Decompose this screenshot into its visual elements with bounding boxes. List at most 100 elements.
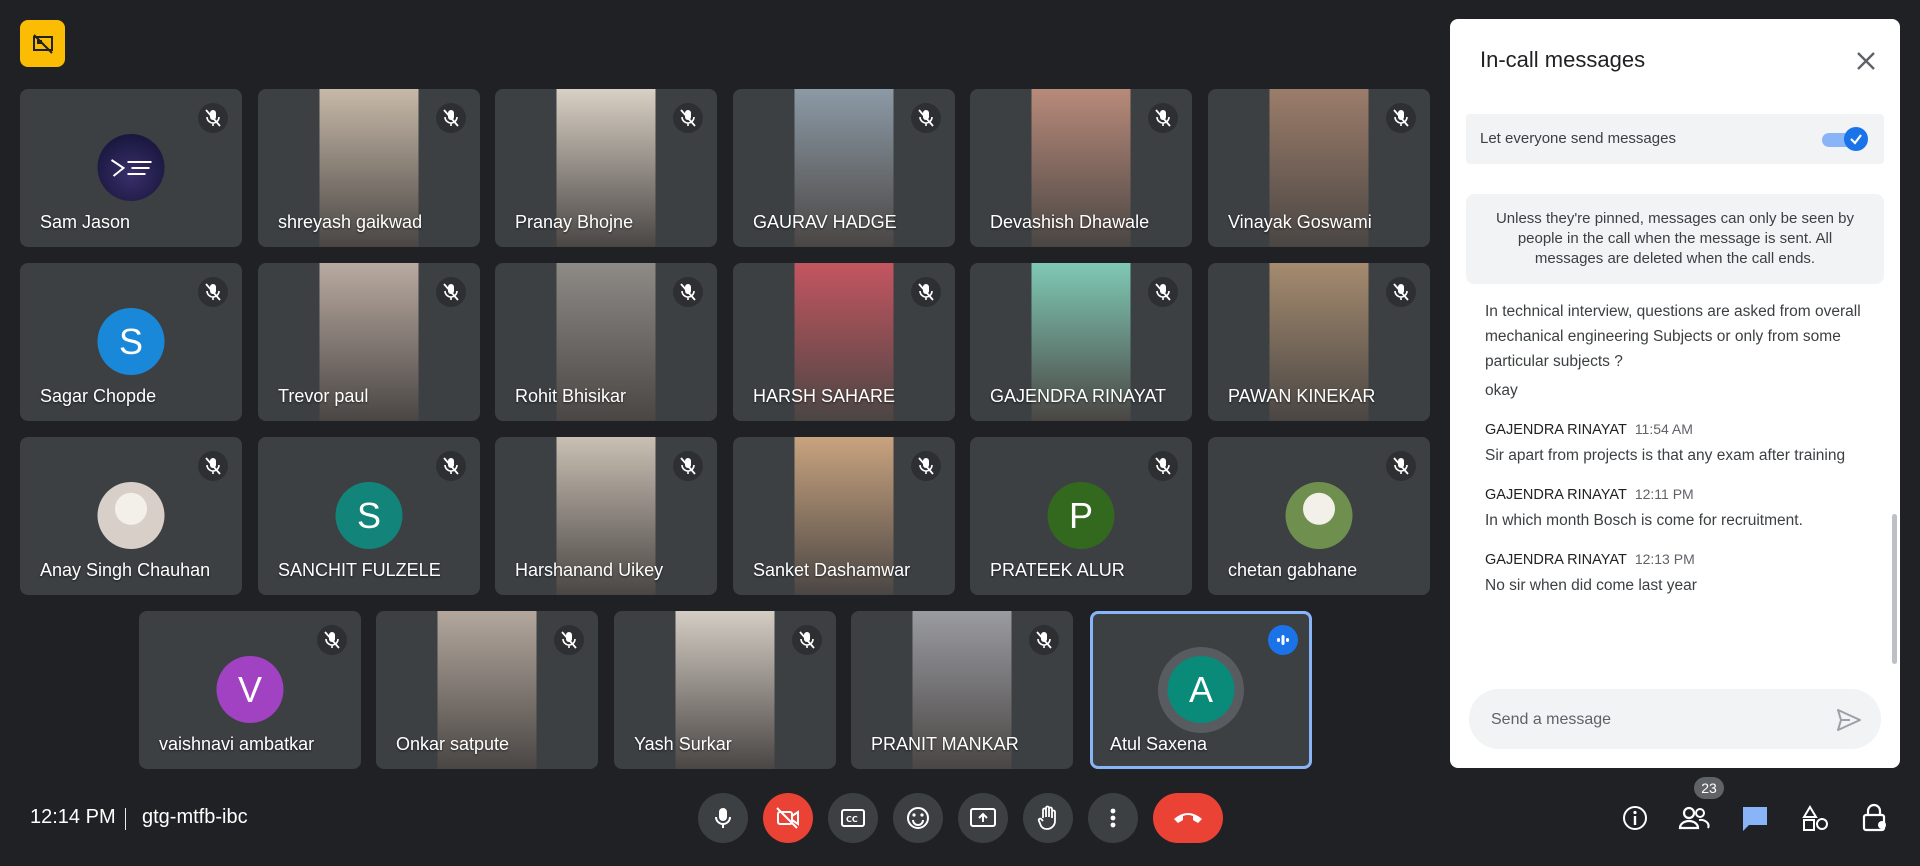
participant-tile[interactable]: Vinayak Goswami xyxy=(1208,89,1430,247)
leave-call-button[interactable] xyxy=(1153,793,1223,843)
participant-tile[interactable]: Vvaishnavi ambatkar xyxy=(139,611,361,769)
compose-box xyxy=(1469,689,1881,751)
participant-tile[interactable]: Sanket Dashamwar xyxy=(733,437,955,595)
participant-tile[interactable]: P PRATEEK ALUR xyxy=(970,437,1192,595)
meeting-details-button[interactable] xyxy=(1617,800,1653,836)
camera-button[interactable] xyxy=(763,793,813,843)
participant-tile[interactable]: Devashish Dhawale xyxy=(970,89,1192,247)
host-controls-button[interactable] xyxy=(1857,800,1893,836)
microphone-button[interactable] xyxy=(698,793,748,843)
raise-hand-button[interactable] xyxy=(1023,793,1073,843)
message-item: GAJENDRA RINAYAT 12:13 PM No sir when did … xyxy=(1485,547,1865,598)
mic-off-icon xyxy=(1386,451,1416,481)
participant-tile[interactable]: Yash Surkar xyxy=(614,611,836,769)
people-button[interactable] xyxy=(1676,800,1712,836)
mic-off-icon xyxy=(1386,277,1416,307)
people-icon xyxy=(1678,806,1710,830)
participant-name: Pranay Bhojne xyxy=(515,212,634,232)
message-item: GAJENDRA RINAYAT 11:54 AM Sir apart from p… xyxy=(1485,417,1865,468)
message-time: 12:13 PM xyxy=(1634,551,1695,567)
participant-tile[interactable]: A Atul Saxena xyxy=(1090,611,1312,769)
speaking-indicator-icon xyxy=(1268,625,1298,655)
mic-icon xyxy=(715,808,731,828)
participant-name: chetan gabhane xyxy=(1228,560,1358,580)
divider xyxy=(125,808,126,830)
participant-name: Trevor paul xyxy=(278,386,369,406)
participant-tile[interactable]: PAWAN KINEKAR xyxy=(1208,263,1430,421)
message-time: 12:11 PM xyxy=(1634,486,1694,502)
participant-tile[interactable]: GAJENDRA RINAYAT xyxy=(970,263,1192,421)
hand-icon xyxy=(1037,805,1056,830)
participant-tile[interactable]: Rohit Bhisikar xyxy=(495,263,717,421)
participant-avatar xyxy=(1285,482,1353,549)
participant-tile[interactable]: Pranay Bhojne xyxy=(495,89,717,247)
participant-tile[interactable]: S Sagar Chopde xyxy=(20,263,242,421)
participant-avatar: P xyxy=(1047,482,1115,549)
participant-tile[interactable]: shreyash gaikwad xyxy=(258,89,480,247)
mic-off-icon xyxy=(1148,451,1178,481)
message-list: In technical interview, questions are as… xyxy=(1485,299,1865,598)
mic-off-icon xyxy=(1029,625,1059,655)
participant-tile[interactable]: Anay Singh Chauhan xyxy=(20,437,242,595)
participant-tile[interactable]: Trevor paul xyxy=(258,263,480,421)
message-item: okay xyxy=(1485,378,1865,403)
mic-off-icon xyxy=(673,103,703,133)
activities-shapes-icon xyxy=(1802,805,1828,831)
message-text: In which month Bosch is come for recruit… xyxy=(1485,512,1803,529)
reactions-button[interactable] xyxy=(893,793,943,843)
message-item: In technical interview, questions are as… xyxy=(1485,299,1865,374)
participant-name: GAJENDRA RINAYAT xyxy=(990,386,1167,406)
message-text: No sir when did come last year xyxy=(1485,577,1697,594)
present-button[interactable] xyxy=(958,793,1008,843)
message-header: GAJENDRA RINAYAT 12:13 PM xyxy=(1485,547,1865,573)
participant-avatar xyxy=(97,134,165,201)
message-input[interactable] xyxy=(1489,689,1823,751)
mic-off-icon xyxy=(673,451,703,481)
mic-off-icon xyxy=(1148,277,1178,307)
participant-avatar: V xyxy=(216,656,284,723)
send-button[interactable] xyxy=(1835,706,1863,734)
participant-tile[interactable]: HARSH SAHARE xyxy=(733,263,955,421)
mic-off-icon xyxy=(673,277,703,307)
participant-tile[interactable]: chetan gabhane xyxy=(1208,437,1430,595)
in-call-messages-panel: In-call messages Let everyone send messa… xyxy=(1450,19,1900,768)
participant-avatar: S xyxy=(97,308,165,375)
camera-off-icon xyxy=(776,807,799,829)
participant-tile[interactable]: S SANCHIT FULZELE xyxy=(258,437,480,595)
panel-title: In-call messages xyxy=(1480,47,1646,72)
participant-name: Sagar Chopde xyxy=(40,386,157,406)
captions-icon: CC xyxy=(841,809,865,827)
participant-tile[interactable]: Harshanand Uikey xyxy=(495,437,717,595)
mic-off-icon xyxy=(1148,103,1178,133)
participant-name: Yash Surkar xyxy=(634,734,732,754)
participant-name: Devashish Dhawale xyxy=(990,212,1150,232)
participant-name: SANCHIT FULZELE xyxy=(278,560,441,580)
let-everyone-send-row: Let everyone send messages xyxy=(1466,114,1884,164)
participant-avatar: A xyxy=(1167,656,1235,723)
message-sender: GAJENDRA RINAYAT xyxy=(1485,552,1627,568)
captions-button[interactable]: CC xyxy=(828,793,878,843)
current-time: 12:14 PM xyxy=(30,806,116,828)
participant-name: Atul Saxena xyxy=(1110,734,1208,754)
participant-tile[interactable]: Sam Jason xyxy=(20,89,242,247)
toggle-label: Let everyone send messages xyxy=(1480,130,1676,147)
mic-off-icon xyxy=(911,277,941,307)
participant-tile[interactable]: Onkar satpute xyxy=(376,611,598,769)
present-screen-icon xyxy=(970,808,996,827)
participant-name: Harshanand Uikey xyxy=(515,560,664,580)
participant-tile[interactable]: PRANIT MANKAR xyxy=(851,611,1073,769)
more-options-button[interactable] xyxy=(1088,793,1138,843)
close-panel-button[interactable] xyxy=(1850,45,1882,77)
messages-scrollbar[interactable] xyxy=(1892,514,1897,664)
activities-button[interactable] xyxy=(1797,800,1833,836)
message-text: In technical interview, questions are as… xyxy=(1485,303,1861,370)
mic-off-icon xyxy=(198,103,228,133)
send-icon xyxy=(1837,709,1861,731)
message-item: GAJENDRA RINAYAT 12:11 PM In which month B… xyxy=(1485,482,1865,533)
chat-button[interactable] xyxy=(1737,800,1773,836)
message-text: okay xyxy=(1485,382,1518,399)
svg-text:CC: CC xyxy=(846,815,858,824)
info-icon xyxy=(1623,806,1647,830)
mic-off-icon xyxy=(198,277,228,307)
participant-tile[interactable]: GAURAV HADGE xyxy=(733,89,955,247)
